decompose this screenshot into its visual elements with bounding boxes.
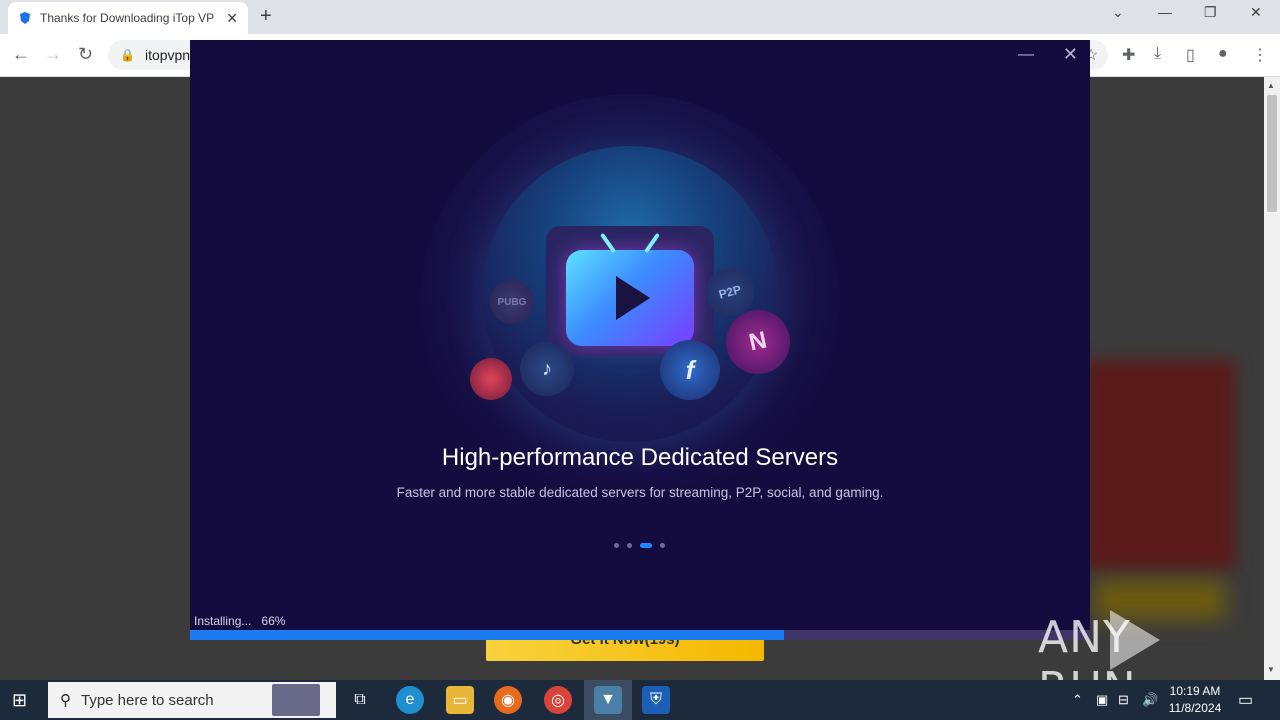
itop-shield-icon (20, 12, 30, 24)
carousel-dot[interactable] (660, 543, 665, 548)
search-icon: ⚲ (60, 692, 71, 709)
browser-tab[interactable]: Thanks for Downloading iTop VP ✕ (8, 2, 248, 34)
reload-icon[interactable]: ↻ (78, 44, 93, 65)
extensions-icon[interactable]: ✚ (1122, 45, 1135, 65)
installer-window: — ✕ PUBG ♪ P2P f N High-performance Dedi… (190, 40, 1090, 640)
forward-arrow-icon[interactable]: → (44, 44, 62, 65)
tab-close-icon[interactable]: ✕ (226, 10, 238, 27)
firefox-icon[interactable]: ◉ (494, 686, 522, 714)
tray-device-icon[interactable]: ▣ (1096, 692, 1108, 708)
taskbar-search-box[interactable]: ⚲ Type here to search (48, 682, 336, 718)
file-explorer-icon[interactable]: ▭ (446, 686, 474, 714)
installer-app-icon[interactable]: ▼ (594, 686, 622, 714)
menu-kebab-icon[interactable]: ⋮ (1252, 45, 1268, 65)
carousel-dots (614, 543, 673, 548)
facebook-icon: f (660, 340, 720, 400)
network-icon[interactable]: ⊟ (1118, 692, 1129, 708)
windows-taskbar: ⊞ ⚲ Type here to search ⧉ e ▭ ◉ ◎ ▼ ⛨ ⌃ … (0, 680, 1280, 720)
blurred-banner (1085, 360, 1235, 570)
tab-search-icon[interactable]: ⌄ (1112, 4, 1124, 21)
edge-icon[interactable]: e (396, 686, 424, 714)
feature-subtitle: Faster and more stable dedicated servers… (396, 485, 884, 500)
feature-title: High-performance Dedicated Servers (441, 444, 839, 471)
carousel-dot[interactable] (614, 543, 619, 548)
carousel-dot[interactable] (640, 543, 652, 548)
search-placeholder: Type here to search (81, 691, 214, 709)
carousel-dot[interactable] (627, 543, 632, 548)
restore-button[interactable]: ❐ (1204, 4, 1217, 21)
side-panel-icon[interactable]: ▯ (1186, 45, 1195, 65)
system-clock[interactable]: 10:19 AM 11/8/2024 (1162, 683, 1228, 717)
install-progress-fill (190, 630, 784, 640)
page-scrollbar[interactable]: ▲ ▼ (1264, 77, 1280, 680)
installer-minimize-button[interactable]: — (1018, 46, 1034, 64)
browser-tab-bar: Thanks for Downloading iTop VP ✕ + ⌄ — ❐… (0, 0, 1280, 34)
scroll-thumb[interactable] (1267, 95, 1277, 212)
profile-avatar-icon[interactable]: ● (1218, 45, 1228, 63)
back-arrow-icon[interactable]: ← (12, 44, 30, 65)
url-text: itopvpn (144, 47, 191, 63)
notification-icon[interactable]: ▭ (1238, 690, 1253, 710)
task-view-icon[interactable]: ⧉ (346, 686, 374, 714)
install-status-label: Installing... (194, 614, 252, 628)
pubg-icon: PUBG (490, 280, 534, 324)
minimize-button[interactable]: — (1158, 4, 1172, 20)
install-percent: 66% (261, 614, 286, 628)
watermark-left: ANY (1038, 612, 1131, 663)
clock-date: 11/8/2024 (1168, 701, 1222, 715)
download-icon[interactable]: ⤓ (1154, 45, 1161, 63)
tab-title: Thanks for Downloading iTop VP (40, 11, 215, 25)
scroll-up-icon[interactable]: ▲ (1267, 81, 1275, 90)
install-status: Installing... 66% (194, 614, 285, 628)
install-progress-bar (190, 630, 1090, 640)
lock-icon: 🔒 (120, 48, 135, 62)
play-triangle-icon (616, 276, 650, 320)
window-close-button[interactable]: ✕ (1250, 4, 1262, 21)
chrome-icon[interactable]: ◎ (544, 686, 572, 714)
search-highlight-image (272, 684, 320, 716)
windows-start-icon[interactable]: ⊞ (12, 690, 27, 711)
volume-icon[interactable]: 🔊 (1142, 692, 1158, 708)
new-tab-button[interactable]: + (260, 5, 272, 28)
game-ball-icon (470, 358, 512, 400)
tv-play-icon (566, 232, 694, 346)
tray-chevron-icon[interactable]: ⌃ (1072, 692, 1083, 708)
installer-close-button[interactable]: ✕ (1063, 44, 1078, 65)
clock-time: 10:19 AM (1169, 684, 1221, 698)
itop-vpn-icon[interactable]: ⛨ (642, 686, 670, 714)
tiktok-icon: ♪ (520, 342, 574, 396)
